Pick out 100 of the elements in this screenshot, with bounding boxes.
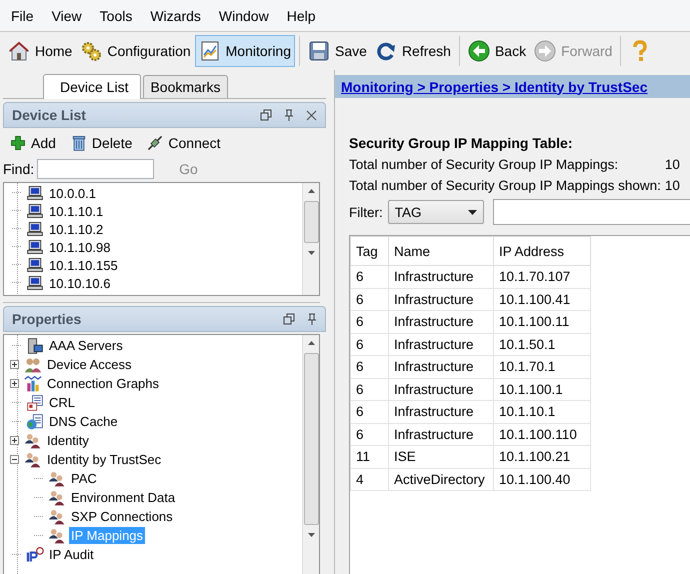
- menu-item[interactable]: Help: [278, 4, 324, 26]
- table-cell: Infrastructure: [388, 333, 494, 356]
- menu-item[interactable]: File: [2, 4, 43, 26]
- table-cell: Infrastructure: [388, 378, 494, 400]
- device-item[interactable]: 10.1.10.2: [47, 220, 106, 238]
- home-button[interactable]: Home: [4, 35, 76, 67]
- restore-icon[interactable]: [283, 313, 295, 325]
- save-button[interactable]: Save: [304, 35, 371, 67]
- close-icon[interactable]: [306, 110, 317, 120]
- table-cell: 10.1.100.1: [494, 378, 590, 400]
- certificate-icon: [26, 394, 44, 412]
- house-icon: [8, 40, 30, 62]
- add-button[interactable]: Add: [9, 134, 56, 152]
- table-cell: Infrastructure: [388, 356, 494, 378]
- device-item[interactable]: 10.1.10.98: [47, 238, 112, 256]
- device-item[interactable]: 10.1.10.1: [47, 202, 106, 220]
- filter-dropdown[interactable]: TAG: [388, 200, 484, 224]
- table-cell: 6: [350, 378, 388, 400]
- collapse-toggle[interactable]: [10, 455, 19, 464]
- tree-item[interactable]: IP Audit: [47, 546, 96, 563]
- caret-icon: [468, 210, 477, 214]
- people-icon: [48, 508, 66, 526]
- tree-item[interactable]: AAA Servers: [47, 337, 125, 354]
- tree-item[interactable]: PAC: [69, 470, 99, 487]
- menu-item[interactable]: View: [42, 4, 91, 26]
- tree-item[interactable]: Connection Graphs: [45, 375, 162, 392]
- column-header[interactable]: Name: [388, 236, 494, 266]
- chart-icon: [198, 40, 221, 62]
- computer-icon: [26, 202, 44, 220]
- tree-item[interactable]: Device Access: [45, 356, 134, 373]
- expand-toggle[interactable]: [10, 360, 19, 369]
- device-item[interactable]: 10.10.10.6: [47, 274, 112, 292]
- menu-item[interactable]: Window: [210, 4, 278, 26]
- expand-toggle[interactable]: [10, 379, 19, 388]
- refresh-button[interactable]: Refresh: [370, 35, 455, 67]
- config-button[interactable]: Configuration: [76, 35, 195, 67]
- tree-item[interactable]: Identity: [45, 432, 91, 449]
- scrollbar[interactable]: [302, 183, 319, 295]
- table-cell: 10.1.100.41: [494, 288, 590, 310]
- table-cell: Infrastructure: [388, 423, 494, 446]
- find-field[interactable]: [37, 159, 154, 179]
- people-icon: [48, 526, 66, 544]
- panel-title: Properties: [12, 311, 82, 327]
- people-icon: [24, 450, 42, 468]
- tree-item[interactable]: Environment Data: [69, 489, 178, 506]
- pin-icon[interactable]: [284, 109, 294, 121]
- gears-icon: [80, 40, 102, 62]
- restore-icon[interactable]: [260, 109, 272, 121]
- table-cell: 6: [350, 266, 388, 288]
- stat-value: 10: [664, 157, 680, 172]
- connect-button[interactable]: Connect: [146, 134, 221, 152]
- table-cell: 10.1.100.11: [494, 310, 590, 333]
- computer-icon: [26, 184, 44, 202]
- plus-icon: [9, 134, 27, 152]
- find-label: Find:: [3, 161, 34, 177]
- column-header[interactable]: Tag: [350, 236, 388, 266]
- stat-label: Total number of Security Group IP Mappings shown:: [349, 178, 661, 193]
- table-cell: ActiveDirectory: [388, 468, 494, 490]
- computer-icon: [26, 220, 44, 238]
- table-cell: Infrastructure: [388, 400, 494, 423]
- table-cell: 10.1.10.1: [494, 400, 590, 423]
- device-item[interactable]: 10.0.0.1: [47, 184, 98, 202]
- stat-value: 10: [664, 178, 680, 193]
- tree-item[interactable]: DNS Cache: [47, 413, 120, 430]
- delete-button[interactable]: Delete: [70, 134, 132, 152]
- table-cell: 6: [350, 333, 388, 356]
- panel-title: Device List: [12, 107, 86, 123]
- tab[interactable]: Bookmarks: [143, 75, 228, 98]
- table-cell: 10.1.70.107: [494, 266, 590, 288]
- table-cell: Infrastructure: [388, 310, 494, 333]
- tree-item[interactable]: Identity by TrustSec: [45, 451, 164, 468]
- table-cell: 6: [350, 400, 388, 423]
- table-cell: 4: [350, 468, 388, 490]
- table-cell: 10.1.100.21: [494, 446, 590, 468]
- filter-field[interactable]: [492, 199, 690, 225]
- filter-label: Filter:: [349, 204, 383, 220]
- table-cell: 10.1.50.1: [494, 333, 590, 356]
- device-item[interactable]: 10.1.10.155: [47, 256, 120, 274]
- computer-icon: [26, 274, 44, 292]
- menu-item[interactable]: Tools: [90, 4, 142, 26]
- scrollbar[interactable]: [302, 335, 319, 574]
- pin-icon[interactable]: [307, 313, 317, 325]
- back-button[interactable]: Back: [464, 35, 530, 67]
- table-cell: Infrastructure: [388, 266, 494, 288]
- table-cell: 6: [350, 288, 388, 310]
- tab[interactable]: Device List: [43, 74, 142, 99]
- table-cell: ISE: [388, 446, 494, 468]
- refresh-icon: [374, 40, 397, 62]
- tree-item[interactable]: CRL: [47, 394, 78, 411]
- tree-item[interactable]: SXP Connections: [69, 508, 175, 525]
- people-icon: [24, 432, 42, 450]
- table-cell: 6: [350, 356, 388, 378]
- table-cell: Infrastructure: [388, 288, 494, 310]
- menu-item[interactable]: Wizards: [141, 4, 210, 26]
- monitor-button[interactable]: Monitoring: [194, 35, 296, 67]
- column-header[interactable]: IP Address: [494, 236, 590, 266]
- people-icon: [48, 488, 66, 506]
- expand-toggle[interactable]: [10, 436, 19, 445]
- bar-chart-icon: [24, 374, 42, 392]
- plug-icon: [146, 134, 164, 152]
